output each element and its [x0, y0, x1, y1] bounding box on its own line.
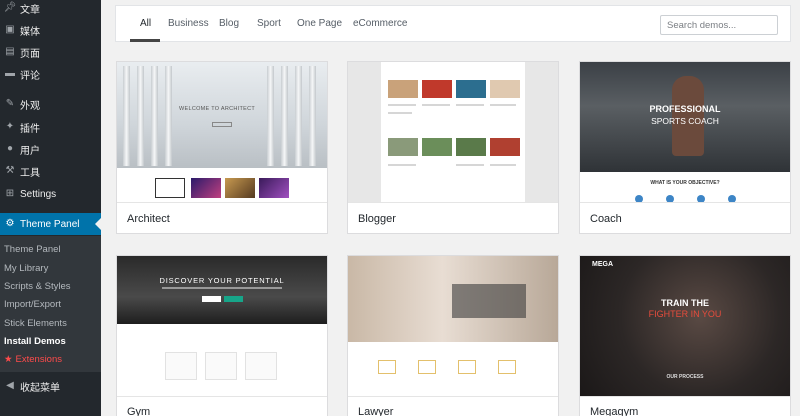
- admin-sidebar: 📌︎ 文章 ▣ 媒体 ▤ 页面 ▬ 评论 ✎ 外观 ✦ 插件 ● 用户 ⚒ 工具…: [0, 0, 101, 416]
- submenu-scripts-styles[interactable]: Scripts & Styles: [4, 281, 71, 292]
- collapse-menu-button[interactable]: ◀ 收起菜单: [0, 376, 101, 396]
- collapse-icon: ◀: [6, 380, 14, 391]
- demo-hero-title: PROFESSIONAL: [649, 104, 721, 114]
- menu-item-label: Settings: [20, 188, 57, 200]
- demo-card-blogger[interactable]: Blogger: [347, 61, 559, 234]
- menu-item-settings[interactable]: ⊞ Settings: [0, 184, 101, 204]
- theme-panel-submenu: Theme Panel My Library Scripts & Styles …: [0, 236, 101, 372]
- demo-filter-bar: All Business Blog Sport One Page eCommer…: [115, 5, 791, 42]
- demo-section-heading: WHAT IS YOUR OBJECTIVE?: [650, 180, 720, 186]
- demo-name: Gym: [127, 406, 151, 416]
- demo-name: Lawyer: [358, 406, 394, 416]
- menu-item-comments[interactable]: ▬ 评论: [0, 64, 101, 84]
- menu-item-label: 评论: [20, 70, 40, 82]
- pin-icon: 📌︎: [3, 2, 17, 13]
- settings-icon: ⊞: [5, 188, 15, 199]
- media-icon: ▣: [5, 24, 15, 35]
- brush-icon: ✎: [5, 98, 15, 109]
- menu-item-media[interactable]: ▣ 媒体: [0, 20, 101, 40]
- demo-name: Blogger: [358, 213, 396, 225]
- menu-item-label: 插件: [20, 123, 40, 135]
- comment-icon: ▬: [5, 68, 15, 79]
- search-demos-input[interactable]: [660, 15, 778, 35]
- menu-item-appearance[interactable]: ✎ 外观: [0, 94, 101, 114]
- demo-name: Coach: [590, 213, 622, 225]
- plugin-icon: ✦: [5, 121, 15, 132]
- menu-item-label: 媒体: [20, 26, 40, 38]
- demo-thumbnail: MEGA TRAIN THE FIGHTER IN YOU OUR PROCES…: [580, 256, 790, 396]
- submenu-my-library[interactable]: My Library: [4, 263, 48, 274]
- demo-hero-title: TRAIN THE: [661, 298, 709, 308]
- demo-card-architect[interactable]: WELCOME TO ARCHITECT Architect: [116, 61, 328, 234]
- menu-item-label: 页面: [20, 48, 40, 60]
- menu-item-label: 用户: [20, 145, 40, 157]
- demo-section-heading: OUR PROCESS: [666, 374, 704, 380]
- demo-card-lawyer[interactable]: Lawyer: [347, 255, 559, 416]
- submenu-extensions-label: Extensions: [15, 354, 63, 365]
- tab-ecommerce[interactable]: eCommerce: [353, 18, 407, 29]
- demo-thumbnail: [348, 256, 558, 396]
- menu-item-posts[interactable]: 📌︎ 文章: [0, 0, 101, 18]
- demo-card-gym[interactable]: DISCOVER YOUR POTENTIAL Gym: [116, 255, 328, 416]
- collapse-menu-label: 收起菜单: [20, 382, 60, 394]
- tab-blog[interactable]: Blog: [219, 18, 239, 29]
- menu-item-tools[interactable]: ⚒ 工具: [0, 161, 101, 181]
- user-icon: ●: [6, 143, 14, 154]
- menu-item-plugins[interactable]: ✦ 插件: [0, 117, 101, 137]
- menu-item-theme-panel[interactable]: ⚙ Theme Panel: [0, 213, 101, 235]
- demo-hero-subtitle: FIGHTER IN YOU: [648, 309, 722, 319]
- submenu-extensions[interactable]: ★ Extensions: [4, 354, 62, 365]
- demo-logo: MEGA: [592, 261, 613, 268]
- demo-name: Architect: [127, 213, 170, 225]
- star-icon: ★: [4, 354, 13, 365]
- demo-hero-title: DISCOVER YOUR POTENTIAL: [159, 276, 285, 285]
- demo-name: Megagym: [590, 406, 639, 416]
- demo-hero-subtitle: SPORTS COACH: [651, 116, 719, 126]
- page-icon: ▤: [5, 46, 15, 57]
- menu-item-users[interactable]: ● 用户: [0, 139, 101, 159]
- tab-sport[interactable]: Sport: [257, 18, 281, 29]
- tab-one-page[interactable]: One Page: [297, 18, 342, 29]
- tab-all[interactable]: All: [140, 18, 151, 29]
- submenu-install-demos[interactable]: Install Demos: [4, 336, 66, 347]
- menu-item-label: 文章: [20, 4, 40, 16]
- menu-item-label: 工具: [20, 167, 40, 179]
- submenu-theme-panel[interactable]: Theme Panel: [4, 244, 61, 255]
- wrench-icon: ⚒: [5, 165, 15, 176]
- active-tab-indicator: [130, 39, 160, 42]
- menu-item-pages[interactable]: ▤ 页面: [0, 42, 101, 62]
- demo-thumbnail: [348, 62, 558, 202]
- menu-item-label: Theme Panel: [20, 218, 80, 230]
- demo-card-megagym[interactable]: MEGA TRAIN THE FIGHTER IN YOU OUR PROCES…: [579, 255, 791, 416]
- demo-thumbnail: WELCOME TO ARCHITECT: [117, 62, 327, 202]
- demo-card-coach[interactable]: PROFESSIONAL SPORTS COACH WHAT IS YOUR O…: [579, 61, 791, 234]
- demo-thumbnail: DISCOVER YOUR POTENTIAL: [117, 256, 327, 396]
- menu-item-label: 外观: [20, 100, 40, 112]
- demo-hero-title: WELCOME TO ARCHITECT: [179, 106, 256, 112]
- tab-business[interactable]: Business: [168, 18, 209, 29]
- demo-thumbnail: PROFESSIONAL SPORTS COACH WHAT IS YOUR O…: [580, 62, 790, 202]
- gear-icon: ⚙: [5, 218, 15, 229]
- submenu-stick-elements[interactable]: Stick Elements: [4, 318, 67, 329]
- submenu-import-export[interactable]: Import/Export: [4, 299, 61, 310]
